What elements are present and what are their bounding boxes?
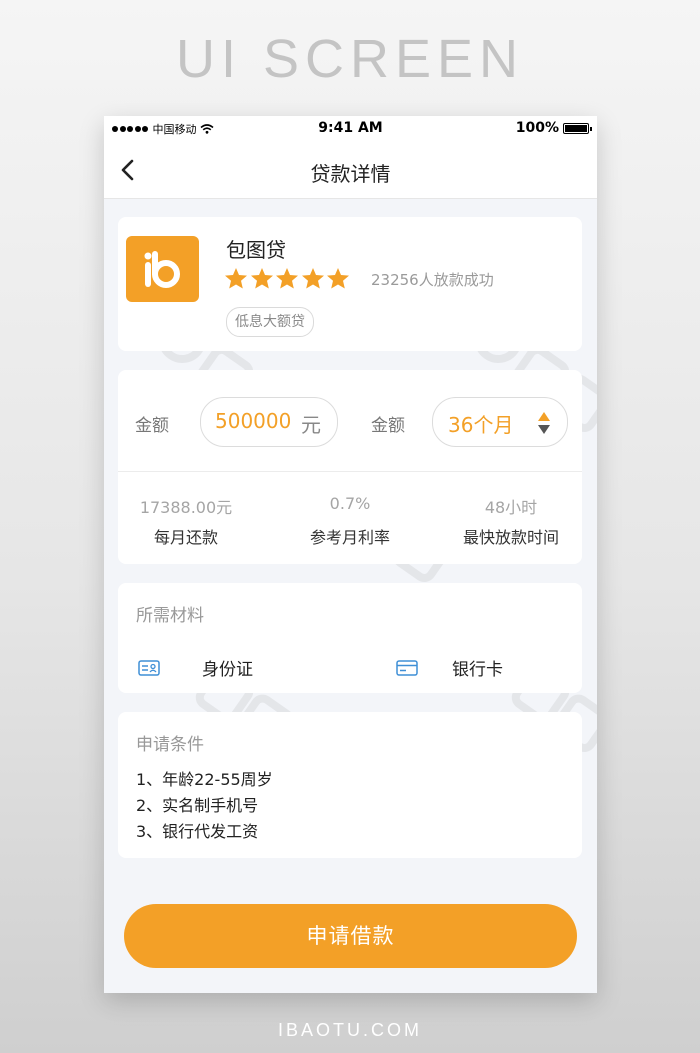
bank-card-icon <box>396 659 418 676</box>
stepper-arrows-icon[interactable] <box>537 411 551 435</box>
star-icon <box>250 268 273 289</box>
id-card-icon <box>138 659 160 676</box>
stat-value: 0.7% <box>329 494 371 513</box>
star-icon <box>276 268 298 289</box>
page-heading: UI SCREEN <box>175 29 525 89</box>
stat-fastest-release: 48小时 最快放款时间 <box>436 494 586 548</box>
stat-label: 参考月利率 <box>309 528 390 547</box>
conditions-title: 申请条件 <box>136 735 204 755</box>
conditions-card: 申请条件 1、年龄22-55周岁 2、实名制手机号 3、银行代发工资 <box>118 712 582 858</box>
material-bank-card: 银行卡 <box>396 655 503 680</box>
page-title: 贷款详情 <box>310 162 391 186</box>
brand-logo-icon: b <box>144 251 187 297</box>
condition-item: 1、年龄22-55周岁 <box>136 770 273 789</box>
term-value: 36个月 <box>448 413 514 437</box>
stat-monthly-rate: 0.7% 参考月利率 <box>275 494 425 548</box>
svg-text:b: b <box>186 295 187 297</box>
term-label: 金额 <box>371 416 405 436</box>
stat-monthly-payment: 17388.00元 每月还款 <box>111 494 261 548</box>
nav-bar: 贷款详情 <box>104 142 597 199</box>
material-label: 身份证 <box>202 660 253 680</box>
stat-value: 48小时 <box>484 498 538 517</box>
loan-card: 金额 500000 元 金额 36个月 17388.00元 每月还款 0.7% … <box>118 370 582 564</box>
materials-title: 所需材料 <box>136 606 204 626</box>
amount-input[interactable]: 500000 元 <box>200 397 338 447</box>
amount-label: 金额 <box>135 416 169 436</box>
condition-item: 2、实名制手机号 <box>136 796 259 815</box>
page-footer: IBAOTU.COM <box>277 1020 422 1040</box>
star-rating <box>224 267 352 289</box>
amount-unit: 元 <box>301 413 321 437</box>
material-id-card: 身份证 <box>138 655 253 680</box>
divider <box>118 471 582 472</box>
stat-value: 17388.00元 <box>139 498 233 517</box>
status-bar: 中国移动 9:41 AM 100% <box>104 116 597 142</box>
condition-item: 3、银行代发工资 <box>136 822 259 841</box>
battery-icon <box>563 122 592 134</box>
phone-screen: 中国移动 9:41 AM 100% 贷款详情 b 包图贷 23256人放款成功 … <box>104 116 597 993</box>
product-tag: 低息大额贷 <box>226 307 314 337</box>
product-logo: b <box>126 236 199 302</box>
battery-percent: 100% <box>515 120 559 136</box>
star-icon <box>327 268 349 289</box>
materials-card: 所需材料 身份证 银行卡 <box>118 583 582 693</box>
stat-label: 每月还款 <box>153 528 218 547</box>
product-card[interactable]: b 包图贷 23256人放款成功 低息大额贷 <box>118 217 582 351</box>
status-right: 100% <box>515 120 592 136</box>
amount-value: 500000 <box>215 409 292 433</box>
stat-label: 最快放款时间 <box>462 528 559 547</box>
product-name: 包图贷 <box>226 238 286 262</box>
apply-loan-button[interactable]: 申请借款 <box>124 904 577 968</box>
material-label: 银行卡 <box>452 660 503 680</box>
star-icon <box>225 268 247 289</box>
term-select[interactable]: 36个月 <box>432 397 568 447</box>
review-count: 23256人放款成功 <box>371 271 494 289</box>
star-icon <box>301 268 324 289</box>
